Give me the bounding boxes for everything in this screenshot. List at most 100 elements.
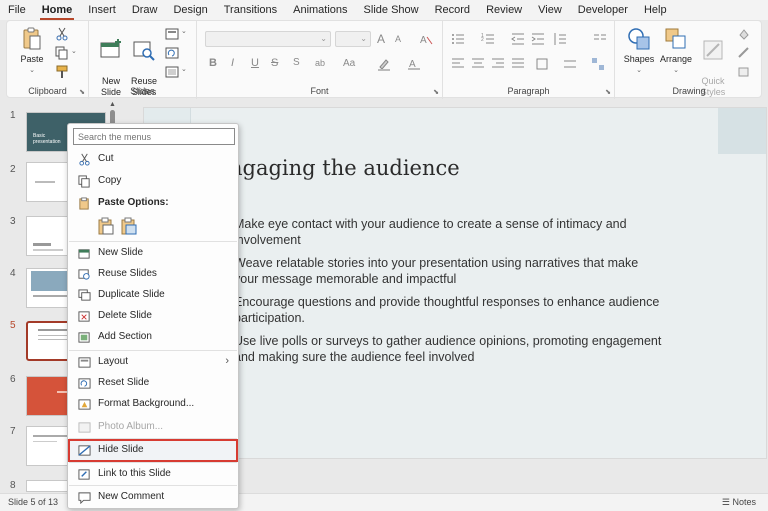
arrange-button[interactable]: Arrange ⌄	[657, 27, 695, 76]
clipboard-launcher-icon[interactable]: ⬊	[79, 88, 85, 96]
paste-keep-formatting-icon[interactable]	[97, 217, 115, 235]
tab-design[interactable]: Design	[165, 0, 215, 20]
context-menu: Cut Copy Paste Options: New Slide Reuse …	[67, 123, 239, 509]
shapes-button[interactable]: Shapes ⌄	[621, 27, 657, 76]
slide-bullet[interactable]: Use live polls or surveys to gather audi…	[234, 333, 664, 365]
notes-button[interactable]: ☰ Notes	[722, 497, 756, 508]
menu-item-duplicate-slide[interactable]: Duplicate Slide	[69, 285, 237, 306]
tab-record[interactable]: Record	[427, 0, 478, 20]
shrink-font-button[interactable]: A	[395, 34, 401, 44]
slide-bullet[interactable]: Encourage questions and provide thoughtf…	[234, 294, 664, 326]
menu-separator	[69, 462, 237, 463]
menu-item-new-slide[interactable]: New Slide	[69, 243, 237, 264]
align-right-icon[interactable]	[491, 57, 505, 71]
increase-indent-icon[interactable]	[531, 32, 545, 46]
font-color-icon[interactable]: A	[407, 57, 421, 71]
copy-icon[interactable]	[55, 46, 69, 60]
text-shadow-button[interactable]: S	[293, 57, 300, 68]
shape-effects-icon[interactable]	[737, 65, 751, 79]
notes-icon: ☰	[721, 497, 733, 507]
paragraph-launcher-icon[interactable]: ⬊	[605, 88, 611, 96]
new-slide-icon	[100, 39, 121, 58]
justify-icon[interactable]	[511, 57, 525, 71]
layout-icon[interactable]	[165, 27, 179, 41]
change-case-button[interactable]: Aa	[343, 58, 355, 69]
new-slide-icon	[78, 249, 90, 259]
tab-developer[interactable]: Developer	[570, 0, 636, 20]
menu-item-copy[interactable]: Copy	[69, 171, 237, 192]
tab-animations[interactable]: Animations	[285, 0, 355, 20]
font-name-combo[interactable]: ⌄	[205, 31, 331, 47]
text-direction-icon[interactable]	[535, 57, 549, 71]
reset-slide-icon[interactable]	[165, 46, 179, 60]
highlight-icon[interactable]	[377, 57, 391, 71]
clear-formatting-icon[interactable]: A	[419, 32, 433, 46]
shapes-icon	[628, 28, 650, 50]
menu-item-paste-options: Paste Options:	[69, 193, 237, 214]
grow-font-button[interactable]: A	[377, 32, 385, 46]
copy-dropdown-icon[interactable]: ⌄	[71, 47, 77, 55]
scroll-up-icon[interactable]: ▲	[109, 101, 116, 108]
tab-insert[interactable]: Insert	[80, 0, 124, 20]
smartart-icon[interactable]	[591, 57, 605, 71]
menu-item-layout[interactable]: Layout ›	[69, 352, 237, 373]
shape-outline-icon[interactable]	[737, 46, 751, 60]
tab-help[interactable]: Help	[636, 0, 675, 20]
tab-draw[interactable]: Draw	[124, 0, 166, 20]
paste-button[interactable]: Paste ⌄	[15, 27, 49, 76]
tab-home[interactable]: Home	[34, 0, 81, 20]
comment-icon	[78, 492, 91, 504]
slide-bullet[interactable]: Weave relatable stories into your presen…	[234, 255, 664, 287]
menu-item-add-section[interactable]: Add Section	[69, 327, 237, 348]
layout-dropdown-icon[interactable]: ⌄	[181, 27, 187, 35]
tab-review[interactable]: Review	[478, 0, 530, 20]
font-group: ⌄ ⌄ A A A B I U S S ab Aa A Font ⬊	[197, 21, 443, 99]
bullets-icon[interactable]	[451, 32, 465, 46]
menu-item-delete-slide[interactable]: Delete Slide	[69, 306, 237, 327]
menu-separator	[69, 350, 237, 351]
menu-item-reset-slide[interactable]: Reset Slide	[69, 373, 237, 394]
clipboard-group: Paste ⌄ ⌄ Clipboard ⬊	[7, 21, 89, 99]
cut-icon[interactable]	[55, 27, 69, 41]
delete-slide-icon	[78, 311, 90, 322]
numbering-icon[interactable]: 12	[481, 32, 495, 46]
character-spacing-button[interactable]: ab	[315, 58, 325, 68]
tab-view[interactable]: View	[530, 0, 570, 20]
shape-fill-icon[interactable]	[737, 27, 751, 41]
italic-button[interactable]: I	[231, 57, 234, 69]
strikethrough-button[interactable]: S	[271, 57, 278, 69]
align-left-icon[interactable]	[451, 57, 465, 71]
thumb-number: 5	[10, 320, 16, 331]
align-text-icon[interactable]	[563, 57, 577, 71]
ribbon: Paste ⌄ ⌄ Clipboard ⬊ New Slide Reuse Sl…	[6, 20, 762, 99]
menu-item-new-comment[interactable]: New Comment	[69, 487, 237, 508]
tab-slide-show[interactable]: Slide Show	[356, 0, 427, 20]
thumb-number: 1	[10, 110, 16, 121]
tab-transitions[interactable]: Transitions	[216, 0, 285, 20]
menu-bar: File Home Insert Draw Design Transitions…	[0, 0, 768, 20]
menu-item-link-to-slide[interactable]: Link to this Slide	[69, 464, 237, 485]
slide-title[interactable]: ngaging the audience	[229, 156, 460, 180]
svg-text:A: A	[420, 35, 427, 46]
font-launcher-icon[interactable]: ⬊	[433, 88, 439, 96]
menu-item-cut[interactable]: Cut	[69, 149, 237, 170]
decrease-indent-icon[interactable]	[511, 32, 525, 46]
menu-search-input[interactable]	[73, 128, 235, 145]
underline-button[interactable]: U	[251, 57, 259, 69]
section-dropdown-icon[interactable]: ⌄	[181, 65, 187, 73]
line-spacing-icon[interactable]	[553, 32, 567, 46]
font-size-combo[interactable]: ⌄	[335, 31, 371, 47]
align-center-icon[interactable]	[471, 57, 485, 71]
format-painter-icon[interactable]	[55, 65, 69, 79]
slide-bullet[interactable]: Make eye contact with your audience to c…	[234, 216, 664, 248]
slides-group: New Slide Reuse Slides ⌄ ⌄ Slides	[89, 21, 197, 99]
menu-item-hide-slide[interactable]: Hide Slide	[68, 439, 238, 462]
menu-item-reuse-slides[interactable]: Reuse Slides	[69, 264, 237, 285]
columns-icon[interactable]	[593, 32, 607, 46]
paste-picture-icon[interactable]	[120, 217, 138, 235]
tab-file[interactable]: File	[0, 0, 34, 20]
thumb-number: 4	[10, 268, 16, 279]
section-icon[interactable]	[165, 65, 179, 79]
menu-item-format-background[interactable]: Format Background...	[69, 394, 237, 415]
bold-button[interactable]: B	[209, 57, 217, 69]
